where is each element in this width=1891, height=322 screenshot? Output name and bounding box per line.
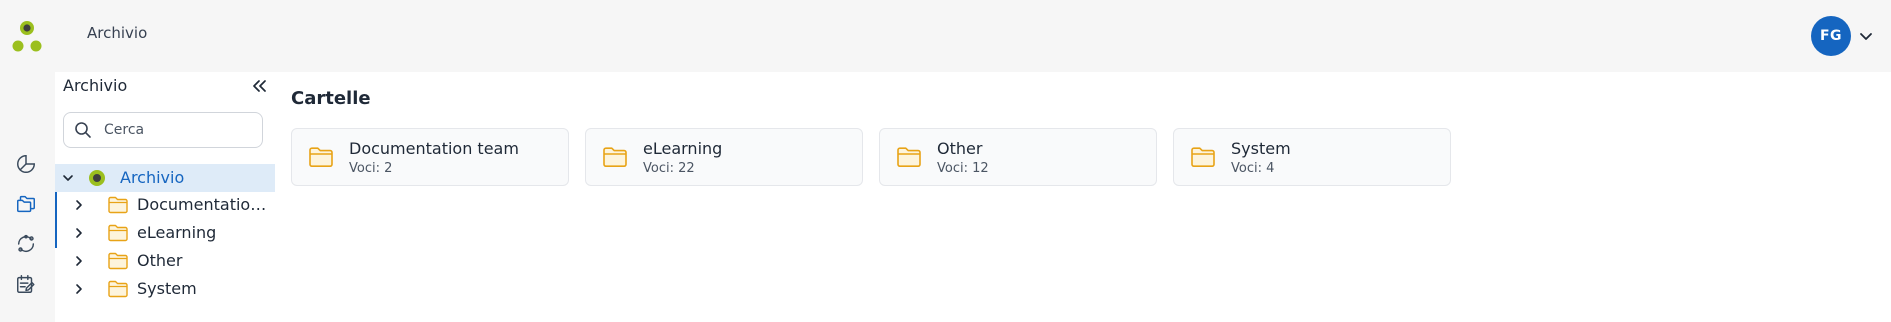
folder-icon [108,252,128,270]
chevron-right-icon[interactable] [71,225,87,241]
folder-icon [108,280,128,298]
folder-card-name: Documentation team [349,139,519,158]
section-title: Cartelle [291,88,371,109]
folder-card-other[interactable]: Other Voci: 12 [879,128,1157,186]
folder-icon [108,224,128,242]
folder-card-count: Voci: 12 [937,161,989,176]
tree-item-label: Documentation team [137,195,267,214]
tree-item-label: System [137,279,197,298]
archive-root-icon [89,170,105,186]
folder-icon [603,147,627,167]
nav-archive[interactable] [12,190,40,218]
nav-rail [0,72,55,322]
chevron-right-icon[interactable] [71,253,87,269]
tree-search [63,112,263,148]
tree-item-elearning[interactable]: eLearning [55,220,275,246]
collapse-panel-icon[interactable] [249,76,269,96]
folders-icon [17,195,35,213]
user-avatar[interactable]: FG [1811,16,1851,56]
folder-card-system[interactable]: System Voci: 4 [1173,128,1451,186]
folder-card-count: Voci: 22 [643,161,695,176]
chevron-down-icon[interactable] [1858,28,1874,44]
pie-chart-icon [17,155,35,173]
nav-tasks[interactable] [12,270,40,298]
folder-card-count: Voci: 4 [1231,161,1275,176]
tree-item-label: eLearning [137,223,217,242]
tree-item-label: Archivio [120,168,185,187]
tree-item-archivio[interactable]: Archivio [55,164,275,248]
chevron-right-icon[interactable] [71,197,87,213]
top-bar: Archivio FG [0,0,1891,72]
tree-item-label: Other [137,251,183,270]
folder-card-documentation-team[interactable]: Documentation team Voci: 2 [291,128,569,186]
main-content: Cartelle Documentation team Voci: 2 eLea… [275,72,1891,322]
search-icon [75,122,91,138]
folder-card-name: eLearning [643,139,723,158]
chevron-down-icon[interactable] [60,170,76,186]
search-input[interactable] [104,121,254,139]
folder-card-elearning[interactable]: eLearning Voci: 22 [585,128,863,186]
tree-item-documentation-team[interactable]: Documentation team [55,192,275,218]
task-edit-icon [17,275,35,293]
archive-tree-panel: Archivio Archivio Documentation team [55,72,275,322]
folder-icon [309,147,333,167]
folder-card-count: Voci: 2 [349,161,393,176]
tree-item-system[interactable]: System [55,276,275,302]
folder-card-name: Other [937,139,983,158]
app-logo[interactable] [10,20,44,56]
tree-item-other[interactable]: Other [55,248,275,274]
breadcrumb[interactable]: Archivio [87,24,147,42]
tree-panel-title: Archivio [63,76,128,95]
folder-icon [897,147,921,167]
nav-dashboard[interactable] [12,150,40,178]
folder-icon [1191,147,1215,167]
sync-icon [17,234,35,253]
chevron-right-icon[interactable] [71,281,87,297]
folder-icon [108,196,128,214]
folder-card-name: System [1231,139,1291,158]
nav-sync[interactable] [12,230,40,258]
